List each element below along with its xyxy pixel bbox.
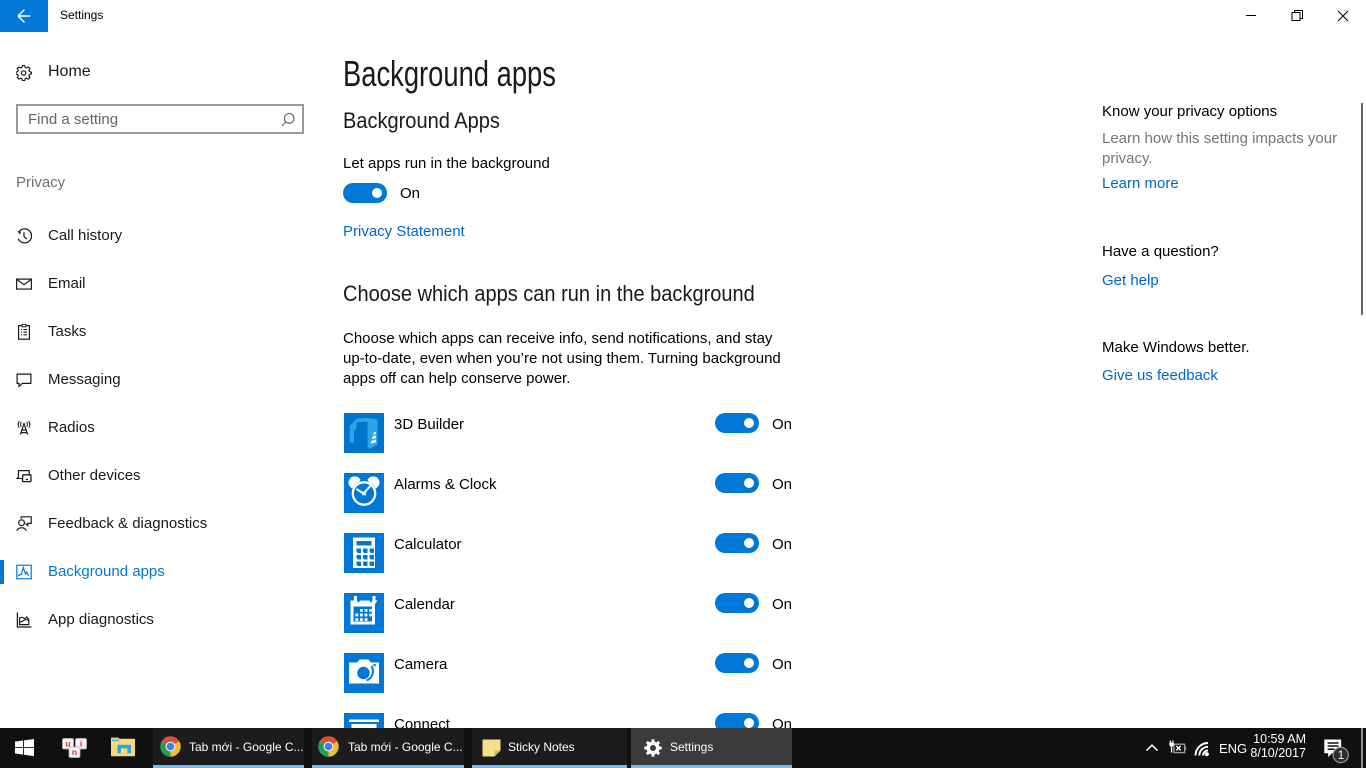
svg-text:n: n bbox=[72, 747, 77, 757]
svg-text:u: u bbox=[65, 739, 70, 749]
svg-text:1: 1 bbox=[1338, 750, 1344, 762]
svg-text:i: i bbox=[80, 739, 82, 749]
